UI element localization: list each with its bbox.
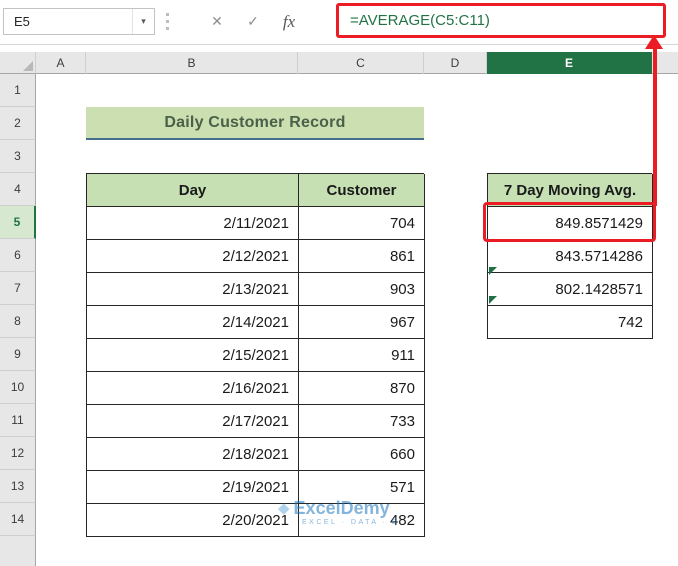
cell-b10[interactable]: 2/16/2021: [87, 372, 299, 405]
row-header-4[interactable]: 4: [0, 173, 36, 206]
row-header-8[interactable]: 8: [0, 305, 36, 338]
row-header-6[interactable]: 6: [0, 239, 36, 272]
annotation-arrow-head-icon: [645, 35, 663, 49]
row-header-partial[interactable]: [0, 536, 36, 566]
select-all-triangle-icon: [23, 61, 33, 71]
row-headers: 1 2 3 4 5 6 7 8 9 10 11 12 13 14: [0, 74, 36, 566]
column-header-e[interactable]: E: [487, 52, 652, 74]
cell-c10[interactable]: 870: [299, 372, 425, 405]
cancel-icon[interactable]: ✕: [204, 8, 230, 35]
cell-b7[interactable]: 2/13/2021: [87, 273, 299, 306]
insert-function-icon[interactable]: fx: [276, 8, 302, 35]
row-header-2[interactable]: 2: [0, 107, 36, 140]
cell-c11[interactable]: 733: [299, 405, 425, 438]
cell-b9[interactable]: 2/15/2021: [87, 339, 299, 372]
column-header-c[interactable]: C: [298, 52, 424, 74]
table-header-customer[interactable]: Customer: [299, 174, 425, 207]
row-header-14[interactable]: 14: [0, 503, 36, 536]
row-header-9[interactable]: 9: [0, 338, 36, 371]
cell-b13[interactable]: 2/19/2021: [87, 471, 299, 504]
row-header-3[interactable]: 3: [0, 140, 36, 173]
sheet-title: Daily Customer Record: [164, 114, 345, 132]
column-header-b[interactable]: B: [86, 52, 298, 74]
cell-b6[interactable]: 2/12/2021: [87, 240, 299, 273]
row-header-12[interactable]: 12: [0, 437, 36, 470]
cell-b5[interactable]: 2/11/2021: [87, 207, 299, 240]
formula-bar-drag-handle[interactable]: [166, 13, 169, 30]
formula-input[interactable]: =AVERAGE(C5:C11): [350, 12, 490, 29]
selected-cell-annotation-box: [483, 202, 656, 242]
cell-b11[interactable]: 2/17/2021: [87, 405, 299, 438]
column-headers: A B C D E: [36, 52, 678, 74]
cell-e6[interactable]: 843.5714286: [488, 240, 653, 273]
row-header-1[interactable]: 1: [0, 74, 36, 107]
name-box[interactable]: E5 ▾: [3, 8, 155, 35]
cell-c12[interactable]: 660: [299, 438, 425, 471]
row-header-11[interactable]: 11: [0, 404, 36, 437]
customer-table: Day Customer 2/11/2021 704 2/12/2021 861…: [86, 173, 424, 537]
moving-avg-table: 7 Day Moving Avg. 849.8571429 843.571428…: [487, 173, 652, 339]
column-header-a[interactable]: A: [36, 52, 86, 74]
error-indicator-icon: [489, 267, 497, 275]
cell-c13[interactable]: 571: [299, 471, 425, 504]
cell-b8[interactable]: 2/14/2021: [87, 306, 299, 339]
select-all-button[interactable]: [0, 52, 36, 74]
table-header-day[interactable]: Day: [87, 174, 299, 207]
row-header-7[interactable]: 7: [0, 272, 36, 305]
row-header-10[interactable]: 10: [0, 371, 36, 404]
title-cell[interactable]: Daily Customer Record: [86, 107, 424, 140]
cell-e8[interactable]: 742: [488, 306, 653, 339]
formula-bar-annotation-box: =AVERAGE(C5:C11): [336, 3, 666, 38]
annotation-arrow-line: [653, 48, 657, 206]
cell-b12[interactable]: 2/18/2021: [87, 438, 299, 471]
excel-window: E5 ▾ ✕ ✓ fx =AVERAGE(C5:C11) A B C D E 1…: [0, 0, 678, 566]
error-indicator-icon: [489, 296, 497, 304]
row-header-13[interactable]: 13: [0, 470, 36, 503]
cell-c14[interactable]: 482: [299, 504, 425, 537]
cell-c5[interactable]: 704: [299, 207, 425, 240]
cell-c9[interactable]: 911: [299, 339, 425, 372]
name-box-value: E5: [14, 14, 30, 29]
enter-icon[interactable]: ✓: [240, 8, 266, 35]
cell-e7[interactable]: 802.1428571: [488, 273, 653, 306]
cell-c7[interactable]: 903: [299, 273, 425, 306]
column-header-d[interactable]: D: [424, 52, 487, 74]
cell-c6[interactable]: 861: [299, 240, 425, 273]
cell-c8[interactable]: 967: [299, 306, 425, 339]
row-header-5[interactable]: 5: [0, 206, 36, 239]
formula-toolbar: E5 ▾ ✕ ✓ fx =AVERAGE(C5:C11): [0, 0, 678, 45]
chevron-down-icon[interactable]: ▾: [132, 9, 154, 34]
cell-b14[interactable]: 2/20/2021: [87, 504, 299, 537]
